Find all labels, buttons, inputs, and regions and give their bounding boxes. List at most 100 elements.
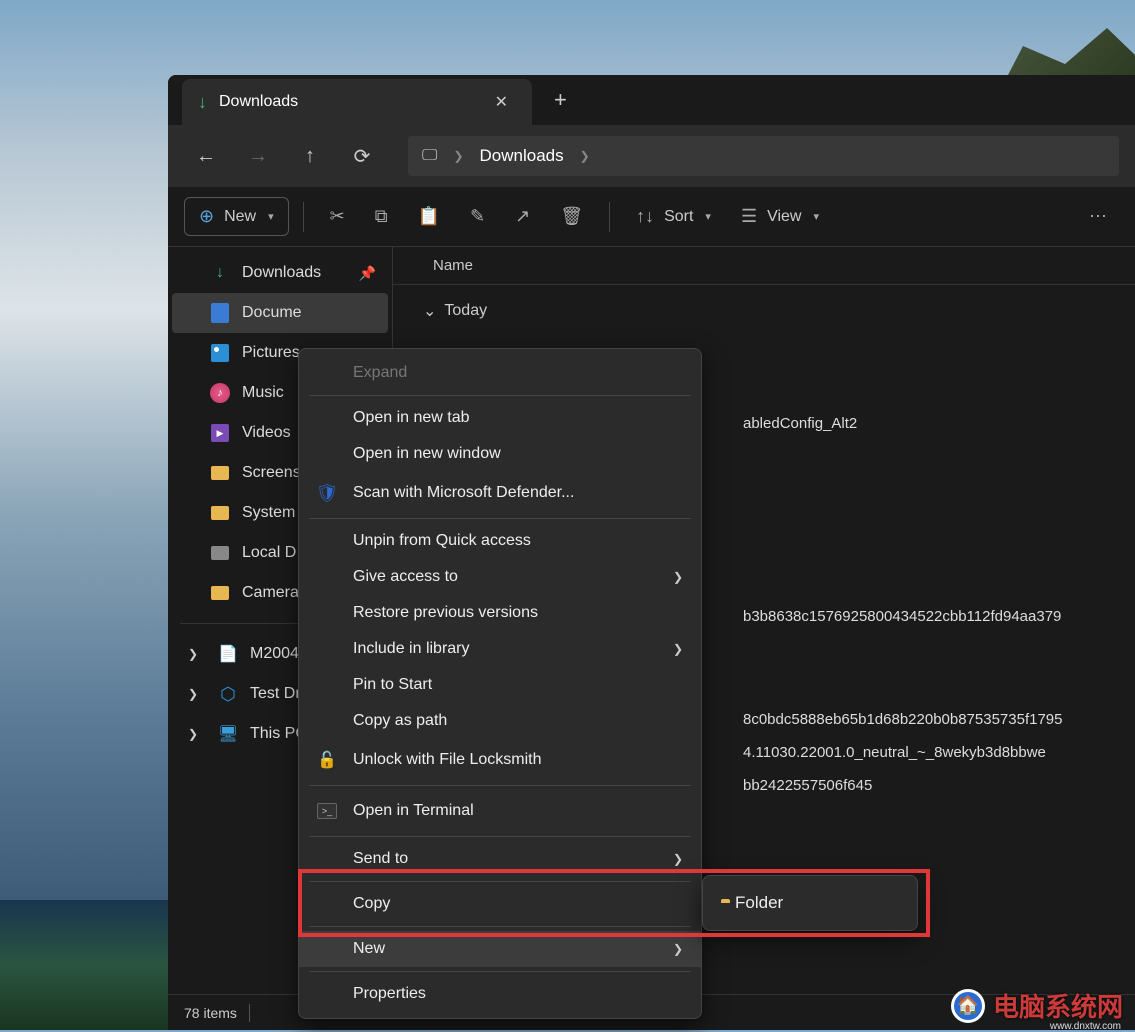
terminal-icon: >_ bbox=[315, 799, 339, 823]
ctx-properties[interactable]: Properties bbox=[299, 976, 701, 1012]
group-today[interactable]: ⌄ Today bbox=[423, 295, 1105, 327]
sidebar-label: M2004 bbox=[250, 645, 299, 663]
copy-icon: ⧉ bbox=[375, 206, 388, 227]
more-button[interactable]: ⋯ bbox=[1077, 198, 1119, 235]
new-button[interactable]: ⊕ New ▾ bbox=[184, 197, 289, 236]
folder-icon bbox=[210, 503, 230, 523]
ctx-label: Scan with Microsoft Defender... bbox=[353, 484, 574, 502]
back-button[interactable]: ← bbox=[184, 134, 228, 178]
separator bbox=[309, 971, 691, 972]
chevron-right-icon[interactable]: ❯ bbox=[580, 149, 590, 163]
separator bbox=[609, 202, 610, 232]
ctx-open-new-tab[interactable]: Open in new tab bbox=[299, 400, 701, 436]
sidebar-label: Downloads bbox=[242, 264, 321, 282]
chevron-down-icon: ⌄ bbox=[423, 301, 436, 321]
separator bbox=[309, 836, 691, 837]
ctx-label: Open in new tab bbox=[353, 409, 470, 427]
videos-icon: ▶ bbox=[210, 423, 230, 443]
submenu-folder[interactable]: Folder bbox=[703, 884, 917, 922]
separator bbox=[303, 202, 304, 232]
submenu-label: Folder bbox=[735, 893, 783, 913]
ctx-label: Give access to bbox=[353, 568, 458, 586]
status-item-count: 78 items bbox=[184, 1005, 237, 1021]
ctx-open-new-window[interactable]: Open in new window bbox=[299, 436, 701, 472]
ctx-pin-start[interactable]: Pin to Start bbox=[299, 667, 701, 703]
chevron-right-icon: ❯ bbox=[673, 852, 683, 866]
file-icon: 📄 bbox=[218, 644, 238, 664]
tab-downloads[interactable]: ↓ Downloads ✕ bbox=[182, 79, 532, 125]
delete-button[interactable]: 🗑 bbox=[548, 198, 595, 235]
rename-button[interactable]: ✎ bbox=[458, 198, 497, 235]
separator bbox=[309, 518, 691, 519]
ctx-give-access[interactable]: Give access to ❯ bbox=[299, 559, 701, 595]
ctx-label: Expand bbox=[353, 364, 407, 382]
paste-button[interactable]: 📋 bbox=[406, 198, 452, 235]
ctx-label: Properties bbox=[353, 985, 426, 1003]
refresh-button[interactable]: ⟳ bbox=[340, 134, 384, 178]
breadcrumb[interactable]: 🖵 ❯ Downloads ❯ bbox=[408, 136, 1119, 176]
download-icon: ↓ bbox=[210, 263, 230, 283]
ctx-send-to[interactable]: Send to ❯ bbox=[299, 841, 701, 877]
chevron-right-icon: ❯ bbox=[673, 942, 683, 956]
sidebar-label: Test Dr bbox=[250, 685, 301, 703]
ctx-copy-path[interactable]: Copy as path bbox=[299, 703, 701, 739]
sidebar-label: System bbox=[242, 504, 295, 522]
ctx-new[interactable]: New ❯ bbox=[299, 931, 701, 967]
watermark-logo-icon: 🏠 bbox=[951, 989, 985, 1023]
ctx-label: Unpin from Quick access bbox=[353, 532, 531, 550]
watermark-text: 电脑系统网 bbox=[993, 987, 1123, 1024]
chevron-right-icon[interactable]: ❯ bbox=[188, 687, 206, 701]
group-label: Today bbox=[444, 302, 487, 320]
sidebar-label: Music bbox=[242, 384, 284, 402]
ctx-include-library[interactable]: Include in library ❯ bbox=[299, 631, 701, 667]
ctx-unlock-locksmith[interactable]: 🔓 Unlock with File Locksmith bbox=[299, 739, 701, 781]
clipboard-icon: 📋 bbox=[418, 206, 440, 227]
sidebar-label: Pictures bbox=[242, 344, 300, 362]
cut-button[interactable]: ✂ bbox=[318, 198, 357, 235]
pin-icon[interactable]: 📌 bbox=[359, 265, 376, 282]
sidebar-label: Camera bbox=[242, 584, 299, 602]
sidebar-item-documents[interactable]: Docume bbox=[172, 293, 388, 333]
document-icon bbox=[210, 303, 230, 323]
rename-icon: ✎ bbox=[470, 206, 485, 227]
tab-bar: ↓ Downloads ✕ + bbox=[168, 75, 1135, 125]
music-icon: ♪ bbox=[210, 383, 230, 403]
share-icon: ↗ bbox=[515, 206, 530, 227]
sidebar-label: Videos bbox=[242, 424, 291, 442]
watermark-url: www.dnxtw.com bbox=[1050, 1021, 1121, 1032]
pc-icon: 🖥 bbox=[218, 724, 238, 744]
up-button[interactable]: ↑ bbox=[288, 134, 332, 178]
view-button[interactable]: ☰ View ▾ bbox=[729, 198, 831, 235]
chevron-right-icon[interactable]: ❯ bbox=[188, 727, 206, 741]
chevron-down-icon: ▾ bbox=[268, 210, 274, 223]
ctx-copy[interactable]: Copy bbox=[299, 886, 701, 922]
separator bbox=[249, 1004, 250, 1022]
ctx-restore-versions[interactable]: Restore previous versions bbox=[299, 595, 701, 631]
column-header-name[interactable]: Name bbox=[393, 247, 1135, 285]
shield-icon: 🛡 bbox=[315, 481, 339, 505]
separator bbox=[309, 926, 691, 927]
ctx-label: Open in Terminal bbox=[353, 802, 474, 820]
share-button[interactable]: ↗ bbox=[503, 198, 542, 235]
sort-icon: ↑↓ bbox=[636, 206, 654, 227]
new-tab-button[interactable]: + bbox=[532, 87, 589, 113]
separator bbox=[309, 881, 691, 882]
chevron-right-icon: ❯ bbox=[673, 570, 683, 584]
trash-icon: 🗑 bbox=[560, 206, 583, 227]
ctx-open-terminal[interactable]: >_ Open in Terminal bbox=[299, 790, 701, 832]
close-tab-button[interactable]: ✕ bbox=[487, 88, 516, 116]
ctx-unpin-quick[interactable]: Unpin from Quick access bbox=[299, 523, 701, 559]
chevron-right-icon[interactable]: ❯ bbox=[188, 647, 206, 661]
copy-button[interactable]: ⧉ bbox=[363, 198, 400, 235]
dropbox-icon: ⬡ bbox=[218, 684, 238, 704]
folder-icon bbox=[210, 463, 230, 483]
ellipsis-icon: ⋯ bbox=[1089, 206, 1107, 227]
chevron-right-icon: ❯ bbox=[673, 642, 683, 656]
forward-button[interactable]: → bbox=[236, 134, 280, 178]
sort-button[interactable]: ↑↓ Sort ▾ bbox=[624, 198, 723, 235]
sidebar-label: Local D bbox=[242, 544, 296, 562]
ctx-scan-defender[interactable]: 🛡 Scan with Microsoft Defender... bbox=[299, 472, 701, 514]
watermark: 🏠 电脑系统网 bbox=[951, 987, 1123, 1024]
sidebar-item-downloads[interactable]: ↓ Downloads 📌 bbox=[172, 253, 388, 293]
address-bar: ← → ↑ ⟳ 🖵 ❯ Downloads ❯ bbox=[168, 125, 1135, 187]
